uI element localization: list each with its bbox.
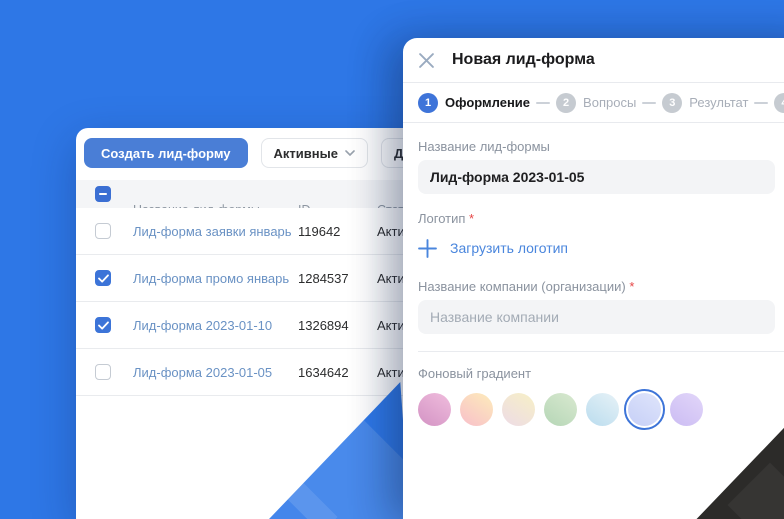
lead-form-link[interactable]: Лид-форма промо январь bbox=[133, 255, 289, 302]
form-name-input[interactable] bbox=[418, 160, 775, 194]
step-label: Вопросы bbox=[583, 95, 636, 110]
lead-form-id: 1326894 bbox=[298, 302, 349, 349]
chevron-down-icon bbox=[345, 150, 355, 156]
gradient-swatch-lavender[interactable] bbox=[628, 393, 661, 426]
modal-title: Новая лид-форма bbox=[452, 51, 595, 69]
lead-form-id: 1284537 bbox=[298, 255, 349, 302]
upload-logo-button[interactable]: Загрузить логотип bbox=[418, 236, 568, 260]
background-gradient-label: Фоновый градиент bbox=[418, 366, 784, 381]
check-icon bbox=[98, 274, 109, 283]
step-design[interactable]: 1 Оформление bbox=[418, 93, 530, 113]
step-number: 1 bbox=[418, 93, 438, 113]
row-checkbox[interactable] bbox=[95, 317, 111, 333]
step-number: 3 bbox=[662, 93, 682, 113]
step-separator bbox=[754, 102, 768, 104]
gradient-swatches bbox=[418, 393, 784, 426]
step-number: 4 bbox=[774, 93, 784, 113]
gradient-swatch-peach[interactable] bbox=[460, 393, 493, 426]
row-checkbox[interactable] bbox=[95, 223, 111, 239]
section-divider bbox=[418, 351, 784, 352]
lead-form-link[interactable]: Лид-форма 2023-01-05 bbox=[133, 349, 272, 396]
gradient-swatch-yellow[interactable] bbox=[502, 393, 535, 426]
step-settings[interactable]: 4 Настройки bbox=[774, 93, 784, 113]
lead-form-link[interactable]: Лид-форма 2023-01-10 bbox=[133, 302, 272, 349]
close-icon bbox=[419, 53, 434, 68]
company-name-label: Название компании (организации) * bbox=[418, 279, 784, 294]
step-separator bbox=[536, 102, 550, 104]
plus-icon bbox=[418, 239, 437, 258]
lead-form-id: 1634642 bbox=[298, 349, 349, 396]
new-lead-form-modal: Новая лид-форма 1 Оформление 2 Вопросы 3… bbox=[403, 38, 784, 519]
lead-form-link[interactable]: Лид-форма заявки январь bbox=[133, 208, 292, 255]
required-mark: * bbox=[629, 279, 634, 294]
check-icon bbox=[98, 321, 109, 330]
gradient-swatch-green[interactable] bbox=[544, 393, 577, 426]
row-checkbox[interactable] bbox=[95, 364, 111, 380]
step-result[interactable]: 3 Результат bbox=[662, 93, 748, 113]
modal-header: Новая лид-форма bbox=[403, 38, 784, 83]
step-label: Результат bbox=[689, 95, 748, 110]
form-name-label: Название лид-формы bbox=[418, 139, 784, 154]
close-button[interactable] bbox=[415, 49, 437, 71]
gradient-swatch-pink[interactable] bbox=[418, 393, 451, 426]
step-number: 2 bbox=[556, 93, 576, 113]
step-questions[interactable]: 2 Вопросы bbox=[556, 93, 636, 113]
lead-form-id: 119642 bbox=[298, 208, 340, 255]
logo-label: Логотип * bbox=[418, 211, 784, 226]
modal-body: Название лид-формы Логотип * Загрузить л… bbox=[403, 123, 784, 426]
required-mark: * bbox=[469, 211, 474, 226]
row-checkbox[interactable] bbox=[95, 270, 111, 286]
step-label: Оформление bbox=[445, 95, 530, 110]
step-indicator: 1 Оформление 2 Вопросы 3 Результат 4 Нас… bbox=[403, 83, 784, 123]
step-separator bbox=[642, 102, 656, 104]
gradient-swatch-purple[interactable] bbox=[670, 393, 703, 426]
gradient-swatch-blue[interactable] bbox=[586, 393, 619, 426]
select-all-checkbox[interactable] bbox=[95, 186, 111, 202]
filter-dropdown-label: Активные bbox=[274, 146, 338, 161]
upload-logo-label: Загрузить логотип bbox=[450, 240, 568, 256]
filter-dropdown[interactable]: Активные bbox=[261, 138, 368, 168]
create-lead-form-button[interactable]: Создать лид-форму bbox=[84, 138, 248, 168]
company-name-input[interactable] bbox=[418, 300, 775, 334]
